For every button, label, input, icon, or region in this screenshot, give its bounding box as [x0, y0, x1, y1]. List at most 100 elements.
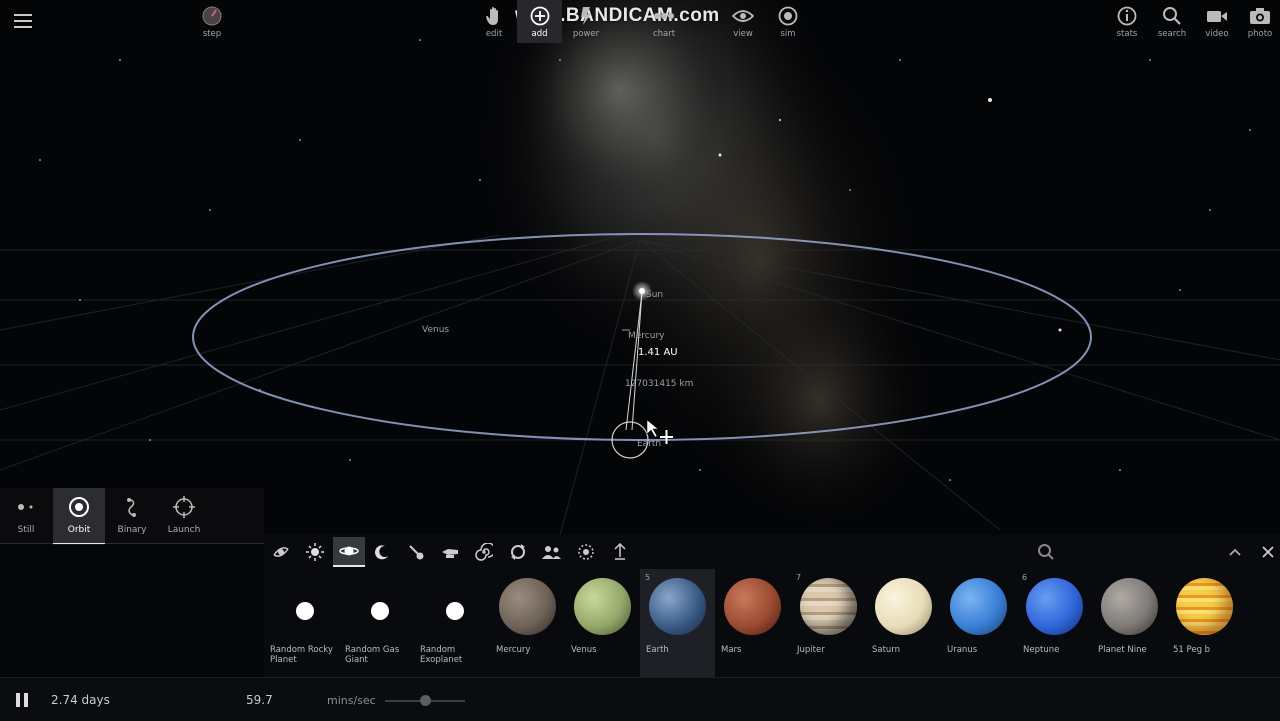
- category-spiral[interactable]: [468, 537, 500, 567]
- sun-label[interactable]: Sun: [646, 290, 663, 300]
- object-uranus[interactable]: Uranus: [941, 569, 1016, 677]
- edit-button[interactable]: edit: [474, 0, 514, 43]
- spaceship-icon: [442, 549, 458, 558]
- object-earth[interactable]: 5 Earth: [640, 569, 715, 678]
- sim-button[interactable]: sim: [768, 0, 808, 43]
- speed-slider-handle[interactable]: [420, 695, 431, 706]
- category-spaceship[interactable]: [434, 537, 466, 567]
- mode-options-area: [0, 544, 264, 676]
- hamburger-menu-icon[interactable]: [14, 14, 32, 30]
- object-venus[interactable]: Venus: [565, 569, 640, 677]
- anchor-icon: [614, 543, 626, 560]
- orbit-icon: [53, 496, 105, 518]
- mode-still[interactable]: Still: [0, 488, 52, 543]
- mercury-label[interactable]: Mercury: [628, 331, 664, 341]
- step-label: step: [202, 29, 222, 39]
- object-jupiter[interactable]: 7 Jupiter: [791, 569, 866, 677]
- close-panel-button[interactable]: [1257, 541, 1279, 563]
- power-label: power: [572, 29, 600, 39]
- collapse-panel-button[interactable]: [1224, 541, 1246, 563]
- object-random-rocky-planet[interactable]: Random Rocky Planet: [264, 569, 339, 677]
- object-name: Saturn: [872, 645, 901, 655]
- chart-label: chart: [652, 29, 676, 39]
- mode-label: Orbit: [67, 525, 91, 535]
- category-anchor[interactable]: [604, 537, 636, 567]
- earth-thumbnail: [649, 578, 706, 635]
- chart-button[interactable]: chart: [644, 0, 684, 43]
- object-name: Jupiter: [797, 645, 825, 655]
- power-button[interactable]: power: [566, 0, 606, 43]
- speed-value[interactable]: 59.7: [246, 693, 273, 707]
- object-mars[interactable]: Mars: [715, 569, 790, 677]
- bottom-toolbar: [0, 677, 1280, 721]
- search-button[interactable]: search: [1152, 0, 1192, 43]
- category-bar: [264, 535, 1280, 569]
- distance-au-label: 1.41 AU: [638, 347, 678, 358]
- add-label: add: [531, 29, 548, 39]
- object-neptune[interactable]: 6 Neptune: [1017, 569, 1092, 677]
- earth-label[interactable]: Earth: [637, 439, 661, 449]
- video-button[interactable]: video: [1197, 0, 1237, 43]
- category-star[interactable]: [299, 537, 331, 567]
- still-icon: [0, 496, 52, 518]
- photo-button[interactable]: photo: [1240, 0, 1280, 43]
- video-icon: [1207, 11, 1227, 22]
- view-button[interactable]: view: [723, 0, 763, 43]
- search-icon: [1163, 7, 1181, 25]
- sim-label: sim: [780, 29, 796, 39]
- category-moon[interactable]: [366, 537, 398, 567]
- object-name: Neptune: [1023, 645, 1060, 655]
- object-name: Venus: [571, 645, 597, 655]
- object-random-gas-giant[interactable]: Random Gas Giant: [339, 569, 414, 677]
- search-label: search: [1157, 29, 1187, 39]
- object-name: Planet Nine: [1098, 645, 1147, 655]
- category-galaxy[interactable]: [265, 537, 297, 567]
- object-name: Random Rocky Planet: [270, 645, 333, 665]
- chart-icon: [654, 13, 674, 19]
- power-icon: [581, 7, 591, 25]
- object-name: Random Exoplanet: [420, 645, 463, 665]
- jupiter-thumbnail: [800, 578, 857, 635]
- add-button[interactable]: add: [517, 0, 562, 43]
- object-panel: Random Rocky Planet Random Gas Giant Ran…: [264, 535, 1280, 678]
- mode-orbit[interactable]: Orbit: [53, 488, 105, 545]
- object-51-peg-b[interactable]: 51 Peg b: [1167, 569, 1242, 677]
- speed-unit[interactable]: mins/sec: [327, 694, 376, 707]
- view-label: view: [733, 29, 753, 39]
- stats-label: stats: [1116, 29, 1138, 39]
- category-asteroid[interactable]: [400, 537, 432, 567]
- mars-thumbnail: [724, 578, 781, 635]
- binary-icon: [106, 496, 158, 518]
- pause-icon: [16, 693, 28, 707]
- video-label: video: [1205, 29, 1229, 39]
- spiral-icon: [475, 543, 493, 561]
- object-name: Random Gas Giant: [345, 645, 400, 665]
- category-people[interactable]: [536, 537, 568, 567]
- object-random-exoplanet[interactable]: Random Exoplanet: [414, 569, 489, 677]
- edit-label: edit: [485, 29, 503, 39]
- panel-search-button[interactable]: [1035, 541, 1057, 563]
- object-name: 51 Peg b: [1173, 645, 1211, 655]
- object-name: Uranus: [947, 645, 978, 655]
- object-saturn[interactable]: Saturn: [866, 569, 941, 677]
- moon-icon: [375, 545, 388, 560]
- pause-button[interactable]: [14, 692, 30, 708]
- object-mercury[interactable]: Mercury: [490, 569, 565, 677]
- category-planet[interactable]: [333, 537, 365, 567]
- mode-launch[interactable]: Launch: [158, 488, 210, 543]
- mode-binary[interactable]: Binary: [106, 488, 158, 543]
- saturn-thumbnail: [875, 578, 932, 635]
- launch-icon: [158, 496, 210, 518]
- stats-button[interactable]: stats: [1107, 0, 1147, 43]
- object-thumbnail: [296, 602, 314, 620]
- object-name: Mercury: [496, 645, 531, 655]
- object-planet-nine[interactable]: Planet Nine: [1092, 569, 1167, 677]
- category-rotate[interactable]: [502, 537, 534, 567]
- chevron-up-icon: [1229, 548, 1241, 556]
- step-icon: [202, 6, 222, 26]
- planet-nine-thumbnail: [1101, 578, 1158, 635]
- venus-label[interactable]: Venus: [422, 325, 449, 335]
- info-icon: [1117, 6, 1137, 26]
- step-button[interactable]: step: [192, 0, 232, 43]
- category-ring[interactable]: [570, 537, 602, 567]
